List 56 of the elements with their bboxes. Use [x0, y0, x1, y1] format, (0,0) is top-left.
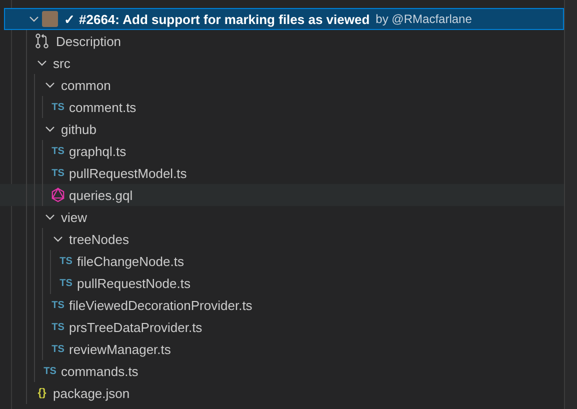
file-label[interactable]: fileChangeNode.ts: [77, 254, 184, 268]
typescript-icon: TS: [50, 168, 66, 178]
file-label[interactable]: queries.gql: [69, 188, 133, 202]
tree-row[interactable]: TS commands.ts: [0, 360, 564, 382]
tree-item-label[interactable]: Description: [53, 34, 122, 48]
typescript-icon: TS: [50, 300, 66, 310]
tree-row[interactable]: ✓ #2664: Add support for marking files as viewed by @RMacfarlane: [4, 8, 564, 30]
file-label[interactable]: commands.ts: [61, 364, 138, 378]
json-icon: {}: [34, 387, 50, 399]
folder-label[interactable]: view: [58, 210, 88, 224]
tree-row[interactable]: TS reviewManager.ts: [0, 338, 564, 360]
pull-request-icon: [34, 33, 50, 49]
tree-row[interactable]: TS comment.ts: [0, 96, 564, 118]
chevron-icon[interactable]: [45, 126, 55, 132]
typescript-icon: TS: [50, 322, 66, 332]
typescript-icon: TS: [50, 102, 66, 112]
chevron-icon[interactable]: [45, 82, 55, 88]
tree-row[interactable]: src: [0, 52, 564, 74]
chevron-icon[interactable]: [29, 16, 39, 22]
avatar-placeholder: [42, 11, 58, 27]
tree-row[interactable]: treeNodes: [0, 228, 564, 250]
typescript-icon: TS: [58, 278, 74, 288]
chevron-icon[interactable]: [37, 60, 47, 66]
folder-label[interactable]: common: [58, 78, 111, 92]
tree-row[interactable]: view: [0, 206, 564, 228]
pull-request-author: by @RMacfarlane: [376, 12, 472, 26]
file-label[interactable]: fileViewedDecorationProvider.ts: [69, 298, 252, 312]
chevron-icon[interactable]: [45, 214, 55, 220]
tree-row[interactable]: TS prsTreeDataProvider.ts: [0, 316, 564, 338]
file-label[interactable]: package.json: [53, 386, 130, 400]
file-label[interactable]: graphql.ts: [69, 144, 126, 158]
tree-row[interactable]: {} package.json: [0, 382, 564, 404]
typescript-icon: TS: [42, 366, 58, 376]
typescript-icon: TS: [50, 344, 66, 354]
file-label[interactable]: pullRequestModel.ts: [69, 166, 187, 180]
file-label[interactable]: prsTreeDataProvider.ts: [69, 320, 202, 334]
tree-row[interactable]: common: [0, 74, 564, 96]
tree-row[interactable]: queries.gql: [0, 184, 564, 206]
pull-request-title: #2664: Add support for marking files as viewed: [79, 12, 370, 26]
tree-row[interactable]: TS pullRequestNode.ts: [0, 272, 564, 294]
tree-row[interactable]: TS fileChangeNode.ts: [0, 250, 564, 272]
graphql-icon: [50, 187, 66, 203]
tree-row[interactable]: TS fileViewedDecorationProvider.ts: [0, 294, 564, 316]
tree-row[interactable]: Description: [0, 30, 564, 52]
file-label[interactable]: reviewManager.ts: [69, 342, 171, 356]
file-label[interactable]: comment.ts: [69, 100, 136, 114]
tree-row[interactable]: github: [0, 118, 564, 140]
status-check: ✓: [64, 12, 75, 26]
tree-row[interactable]: TS graphql.ts: [0, 140, 564, 162]
folder-label[interactable]: github: [58, 122, 96, 136]
chevron-icon[interactable]: [53, 236, 63, 242]
folder-label[interactable]: src: [50, 56, 70, 70]
typescript-icon: TS: [50, 146, 66, 156]
file-label[interactable]: pullRequestNode.ts: [77, 276, 190, 290]
typescript-icon: TS: [58, 256, 74, 266]
folder-label[interactable]: treeNodes: [66, 232, 129, 246]
